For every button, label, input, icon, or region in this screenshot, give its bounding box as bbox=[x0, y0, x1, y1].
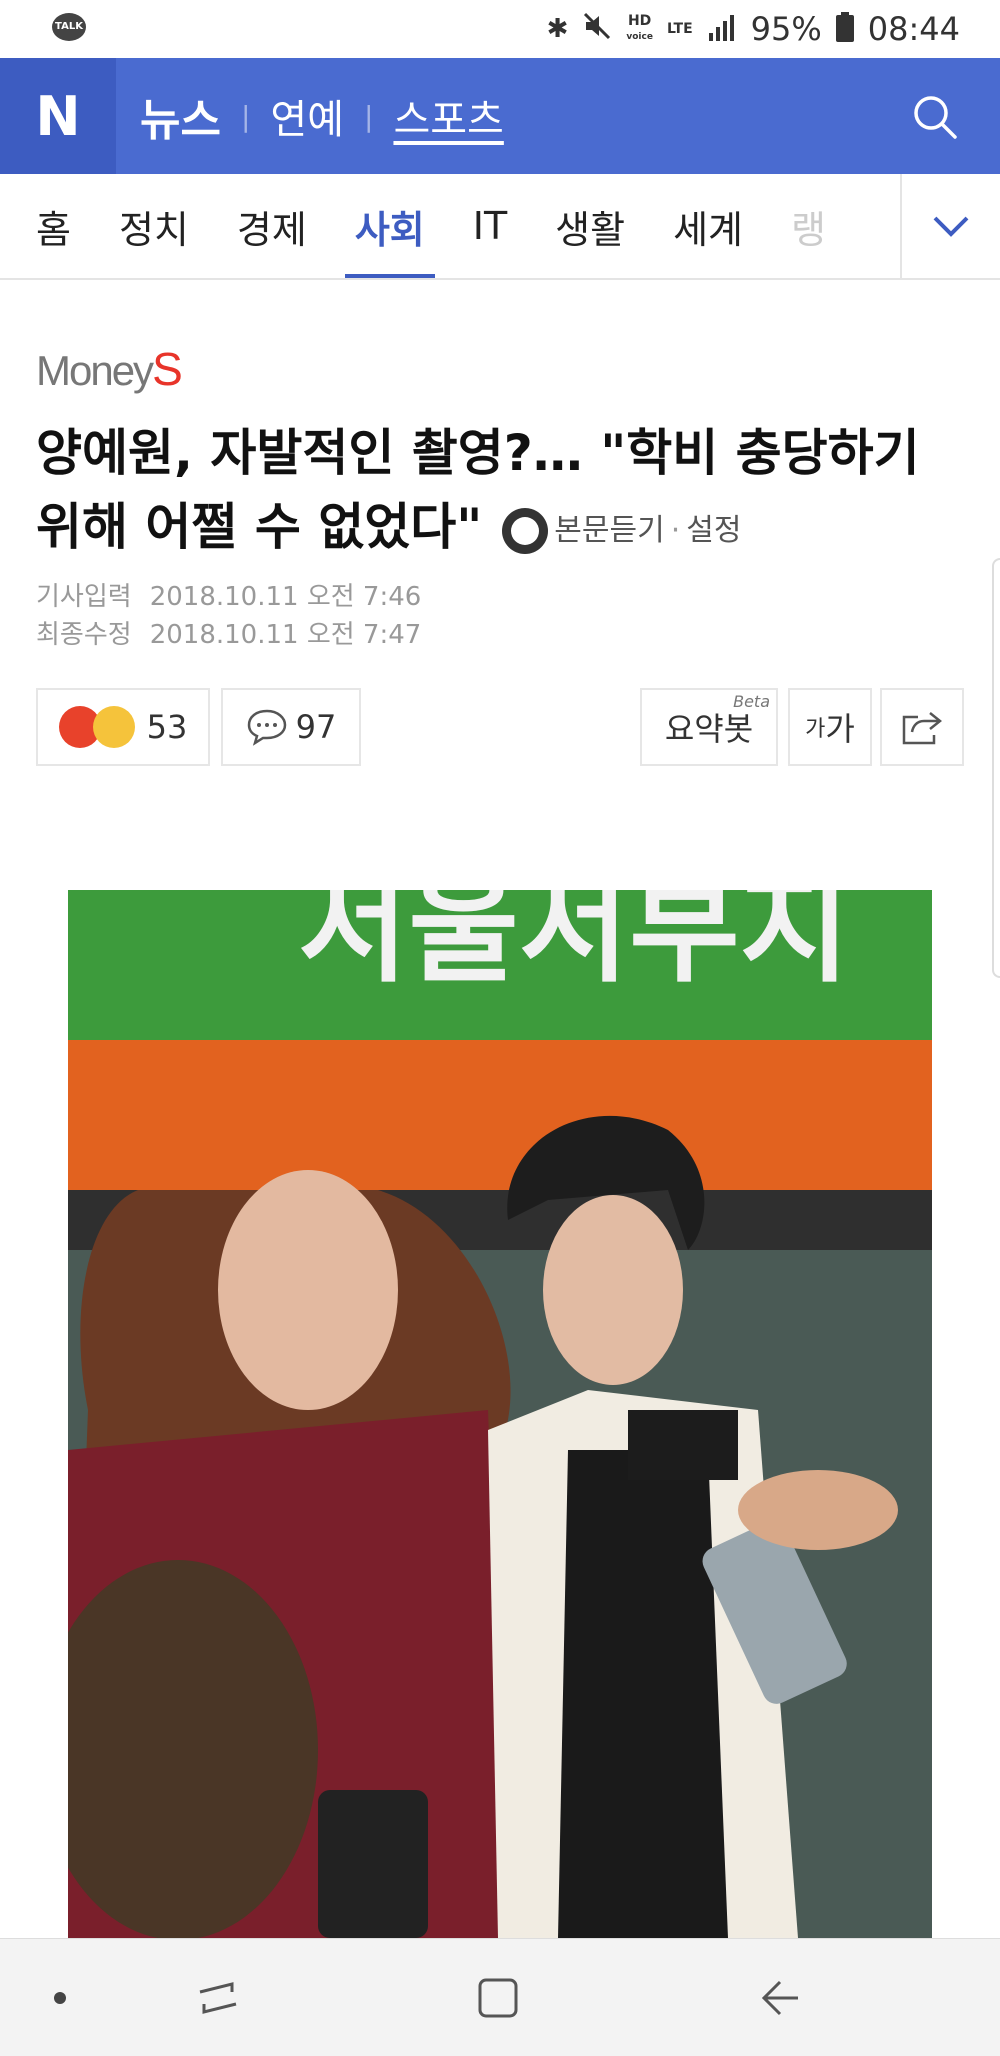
comment-icon bbox=[247, 709, 286, 746]
back-arrow-icon bbox=[761, 1980, 798, 2015]
recent-apps-icon bbox=[199, 1981, 237, 2014]
summary-bot-button[interactable]: 요약봇 Beta bbox=[640, 688, 778, 766]
article-headline: 양예원, 자발적인 촬영?… "학비 충당하기 위해 어쩔 수 없었다" 본문듣기… bbox=[36, 416, 956, 568]
home-button[interactable] bbox=[438, 1939, 558, 2056]
tab-it[interactable]: IT bbox=[449, 174, 531, 278]
clock: 08:44 bbox=[867, 10, 960, 48]
back-button[interactable] bbox=[720, 1939, 840, 2056]
tab-home[interactable]: 홈 bbox=[0, 174, 95, 278]
hd-voice-indicator: HD voice bbox=[626, 13, 653, 42]
press-photo-illustration: 서울서부지 bbox=[68, 890, 932, 1938]
publisher-logo[interactable]: MoneyS bbox=[36, 342, 183, 396]
tab-politics[interactable]: 정치 bbox=[95, 174, 213, 278]
tab-world[interactable]: 세계 bbox=[649, 174, 767, 278]
search-icon[interactable] bbox=[910, 92, 960, 142]
listen-label: 본문듣기 bbox=[554, 512, 665, 548]
battery-icon bbox=[835, 12, 854, 46]
input-date-label: 기사입력 bbox=[36, 582, 132, 612]
font-size-button[interactable]: 가가 bbox=[788, 688, 872, 766]
android-nav-bar bbox=[0, 1938, 1000, 2056]
home-square-icon bbox=[478, 1978, 518, 2017]
recent-apps-button[interactable] bbox=[158, 1939, 278, 2056]
share-button[interactable] bbox=[880, 688, 964, 766]
nav-separator: | bbox=[240, 99, 251, 133]
listen-settings-link[interactable]: 설정 bbox=[686, 494, 741, 568]
listen-button[interactable]: 본문듣기 · 설정 bbox=[502, 494, 741, 568]
audio-icon bbox=[502, 507, 549, 554]
nav-sports[interactable]: 스포츠 bbox=[393, 87, 503, 145]
top-navbar: N 뉴스 | 연예 | 스포츠 bbox=[0, 58, 1000, 174]
font-large-label: 가 bbox=[825, 710, 855, 748]
nav-news[interactable]: 뉴스 bbox=[140, 84, 221, 148]
input-date: 2018.10.11 오전 7:46 bbox=[149, 582, 422, 612]
comment-count: 97 bbox=[295, 708, 337, 746]
signal-icon bbox=[707, 13, 737, 45]
expand-tabs-button[interactable] bbox=[900, 174, 1000, 278]
tab-ranking[interactable]: 랭 bbox=[767, 174, 850, 278]
nav-entertainment[interactable]: 연예 bbox=[270, 87, 344, 145]
tab-economy[interactable]: 경제 bbox=[213, 174, 331, 278]
comment-button[interactable]: 97 bbox=[221, 688, 361, 766]
nav-dot-button[interactable] bbox=[0, 1939, 120, 2056]
mute-icon bbox=[582, 11, 612, 48]
font-small-label: 가 bbox=[805, 717, 826, 742]
modified-date-label: 최종수정 bbox=[36, 620, 132, 650]
surprised-face-icon bbox=[92, 706, 135, 748]
bluetooth-icon: ✱ bbox=[546, 14, 569, 44]
tab-life[interactable]: 생활 bbox=[531, 174, 649, 278]
edge-panel-handle[interactable] bbox=[992, 558, 1000, 978]
article-photo[interactable]: 서울서부지 bbox=[68, 890, 932, 1938]
nav-separator: | bbox=[364, 99, 374, 133]
reaction-button[interactable]: 53 bbox=[36, 688, 210, 766]
kakaotalk-notification-icon: TALK bbox=[52, 13, 86, 41]
reaction-count: 53 bbox=[146, 708, 188, 746]
building-sign-text: 서울서부지 bbox=[298, 890, 850, 999]
tab-society[interactable]: 사회 bbox=[331, 174, 449, 278]
lte-indicator: LTE bbox=[666, 21, 693, 37]
chevron-down-icon bbox=[933, 216, 969, 237]
share-icon bbox=[902, 712, 943, 745]
naver-logo-button[interactable]: N bbox=[0, 58, 116, 174]
article-actions: 53 97 요약봇 Beta 가가 bbox=[36, 688, 964, 766]
battery-percent: 95% bbox=[750, 10, 822, 48]
section-tabs: 홈 정치 경제 사회 IT 생활 세계 랭 bbox=[0, 174, 1000, 280]
article-dates: 기사입력 2018.10.11 오전 7:46 최종수정 2018.10.11 오전… bbox=[36, 578, 421, 654]
status-bar: TALK ✱ HD voice LTE 95% 08:44 bbox=[0, 0, 1000, 58]
beta-badge: Beta bbox=[733, 692, 770, 711]
dot-icon bbox=[54, 1991, 66, 2004]
modified-date: 2018.10.11 오전 7:47 bbox=[149, 620, 422, 650]
